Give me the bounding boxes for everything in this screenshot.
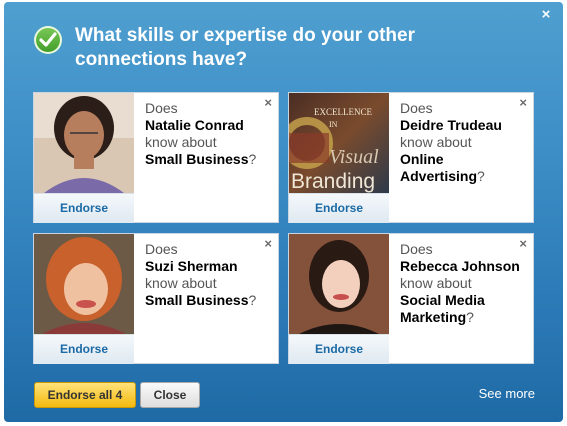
does-label: Does (400, 241, 433, 257)
endorse-all-button[interactable]: Endorse all 4 (34, 382, 136, 408)
dialog-title: What skills or expertise do your other c… (75, 25, 415, 70)
skill-name: Online Advertising (400, 151, 478, 184)
see-more-link[interactable]: See more (479, 386, 535, 401)
endorse-card: Endorse Does Suzi Sherman know about Sma… (33, 233, 279, 364)
endorse-button[interactable]: Endorse (34, 193, 134, 223)
endorse-card: EXCELLENCE IN Visual Branding Endorse Do… (288, 92, 534, 223)
question-mark: ? (466, 309, 474, 325)
skill-name: Small Business (145, 151, 249, 167)
card-text: Does Deidre Trudeau know about Online Ad… (400, 100, 525, 185)
person-name[interactable]: Suzi Sherman (145, 258, 238, 274)
endorsement-dialog: × What skills or expertise do your other… (4, 2, 563, 422)
endorse-button[interactable]: Endorse (289, 193, 389, 223)
dismiss-card-icon[interactable]: × (519, 95, 527, 110)
profile-photo[interactable] (34, 234, 134, 334)
photo-text: Branding (291, 170, 375, 193)
photo-text: EXCELLENCE (314, 107, 372, 117)
dialog-header: What skills or expertise do your other c… (34, 24, 514, 72)
profile-photo[interactable] (34, 93, 134, 193)
does-label: Does (145, 241, 178, 257)
endorse-card: Endorse Does Rebecca Johnson know about … (288, 233, 534, 364)
card-text: Does Suzi Sherman know about Small Busin… (145, 241, 270, 309)
know-about-label: know about (400, 134, 472, 150)
question-mark: ? (248, 151, 257, 167)
close-dialog-icon[interactable]: × (539, 7, 553, 22)
close-button[interactable]: Close (140, 382, 200, 408)
checkmark-circle-icon (34, 26, 62, 54)
question-mark: ? (477, 168, 485, 184)
does-label: Does (400, 100, 433, 116)
skill-name: Small Business (145, 292, 249, 308)
know-about-label: know about (400, 275, 472, 291)
know-about-label: know about (145, 134, 217, 150)
photo-text: IN (329, 120, 338, 129)
endorse-button[interactable]: Endorse (34, 334, 134, 364)
does-label: Does (145, 100, 178, 116)
profile-photo[interactable]: EXCELLENCE IN Visual Branding (289, 93, 389, 193)
card-text: Does Rebecca Johnson know about Social M… (400, 241, 525, 326)
endorse-button[interactable]: Endorse (289, 334, 389, 364)
dismiss-card-icon[interactable]: × (264, 236, 272, 251)
dismiss-card-icon[interactable]: × (519, 236, 527, 251)
person-name[interactable]: Deidre Trudeau (400, 117, 502, 133)
card-text: Does Natalie Conrad know about Small Bus… (145, 100, 270, 168)
photo-text: Visual (329, 146, 379, 168)
profile-photo[interactable] (289, 234, 389, 334)
dismiss-card-icon[interactable]: × (264, 95, 272, 110)
know-about-label: know about (145, 275, 217, 291)
question-mark: ? (248, 292, 257, 308)
person-name[interactable]: Natalie Conrad (145, 117, 244, 133)
person-name[interactable]: Rebecca Johnson (400, 258, 520, 274)
endorse-card: Endorse Does Natalie Conrad know about S… (33, 92, 279, 223)
